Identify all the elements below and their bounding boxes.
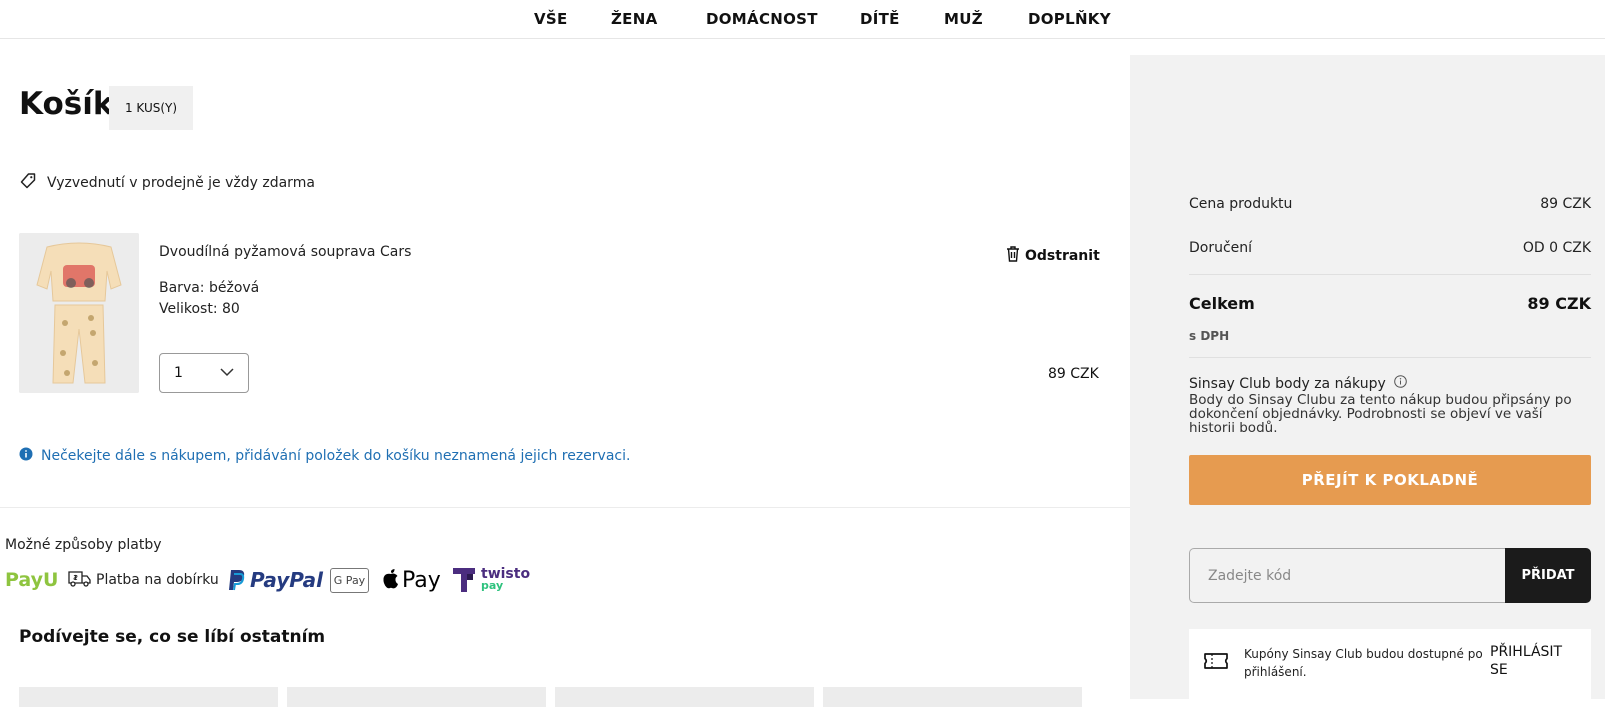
cash-on-delivery: Platba na dobírku: [68, 565, 219, 595]
apple-pay-logo: Pay: [382, 565, 441, 595]
total-label: Celkem: [1189, 294, 1255, 313]
recommendations-title: Podívejte se, co se líbí ostatním: [19, 627, 326, 647]
delivery-label: Doručení: [1189, 240, 1253, 256]
trash-icon: [1005, 245, 1021, 266]
section-divider: [0, 507, 1130, 508]
remove-item-button[interactable]: Odstranit: [1005, 245, 1100, 266]
chevron-down-icon: [220, 365, 234, 381]
payment-methods-row: PayU Platba na dobírku PayPal G Pay Pay …: [5, 565, 565, 595]
recommendation-card[interactable]: [19, 687, 278, 707]
delivery-truck-icon: [68, 568, 92, 592]
order-summary-panel: Cena produktu 89 CZK Doručení OD 0 CZK C…: [1130, 55, 1605, 704]
free-pickup-info: Vyzvednutí v prodejně je vždy zdarma: [19, 172, 315, 194]
apple-icon: [382, 568, 400, 593]
paypal-logo: PayPal: [228, 565, 323, 595]
product-image[interactable]: [19, 233, 139, 393]
quantity-select[interactable]: 1: [159, 353, 249, 393]
summary-divider: [1189, 357, 1591, 358]
top-navigation: VŠE ŽENA DOMÁCNOST DÍTĚ MUŽ DOPLŇKY: [0, 0, 1605, 39]
club-coupon-box: Kupóny Sinsay Club budou dostupné po při…: [1189, 629, 1591, 704]
total-row: Celkem 89 CZK: [1189, 294, 1591, 313]
delivery-row: Doručení OD 0 CZK: [1189, 240, 1591, 256]
payu-logo: PayU: [5, 569, 59, 591]
remove-item-label: Odstranit: [1025, 247, 1100, 264]
product-color: Barva: béžová: [159, 280, 260, 296]
nav-item-zena[interactable]: ŽENA: [611, 10, 658, 28]
reservation-notice-text: Nečekejte dále s nákupem, přidávání polo…: [41, 448, 631, 464]
item-price: 89 CZK: [1048, 366, 1099, 382]
twisto-pay-logo: twisto pay: [453, 565, 530, 595]
total-value: 89 CZK: [1527, 294, 1591, 313]
coupon-info-text: Kupóny Sinsay Club budou dostupné po při…: [1244, 647, 1483, 679]
product-price-row: Cena produktu 89 CZK: [1189, 196, 1591, 212]
summary-divider: [1189, 274, 1591, 275]
nav-item-domacnost[interactable]: DOMÁCNOST: [706, 10, 818, 28]
product-price-label: Cena produktu: [1189, 196, 1293, 212]
nav-item-vse[interactable]: VŠE: [534, 10, 568, 28]
quantity-value: 1: [174, 365, 183, 381]
payment-methods-title: Možné způsoby platby: [5, 537, 162, 553]
nav-item-muz[interactable]: MUŽ: [944, 10, 983, 28]
club-points-title: Sinsay Club body za nákupy: [1189, 375, 1407, 392]
google-pay-logo: G Pay: [330, 565, 369, 595]
product-name[interactable]: Dvoudílná pyžamová souprava Cars: [159, 244, 411, 260]
item-count-badge: 1 KUS(Y): [109, 86, 193, 130]
club-points-description: Body do Sinsay Clubu za tento nákup budo…: [1189, 392, 1572, 436]
nav-item-doplnky[interactable]: DOPLŇKY: [1028, 10, 1111, 28]
recommendation-card[interactable]: [823, 687, 1082, 707]
discount-code-input[interactable]: [1189, 548, 1505, 603]
product-size: Velikost: 80: [159, 301, 240, 317]
recommendation-card[interactable]: [287, 687, 546, 707]
cash-on-delivery-label: Platba na dobírku: [96, 572, 219, 588]
ticket-icon: [1203, 651, 1229, 675]
checkout-button[interactable]: PŘEJÍT K POKLADNĚ: [1189, 455, 1591, 505]
reservation-notice: Nečekejte dále s nákupem, přidávání polo…: [19, 447, 630, 465]
info-icon[interactable]: [1393, 375, 1407, 392]
login-link[interactable]: PŘIHLÁSIT SE: [1490, 643, 1580, 679]
info-icon: [19, 447, 33, 465]
product-price-value: 89 CZK: [1540, 196, 1591, 212]
recommendation-card[interactable]: [555, 687, 814, 707]
nav-item-dite[interactable]: DÍTĚ: [860, 10, 900, 28]
add-code-button[interactable]: PŘIDAT: [1505, 548, 1591, 603]
delivery-value: OD 0 CZK: [1522, 240, 1591, 256]
club-points-title-text: Sinsay Club body za nákupy: [1189, 375, 1386, 392]
vat-note: s DPH: [1189, 329, 1230, 343]
free-pickup-text: Vyzvednutí v prodejně je vždy zdarma: [47, 175, 315, 191]
tag-icon: [19, 172, 37, 194]
page-title: Košík: [19, 86, 114, 122]
